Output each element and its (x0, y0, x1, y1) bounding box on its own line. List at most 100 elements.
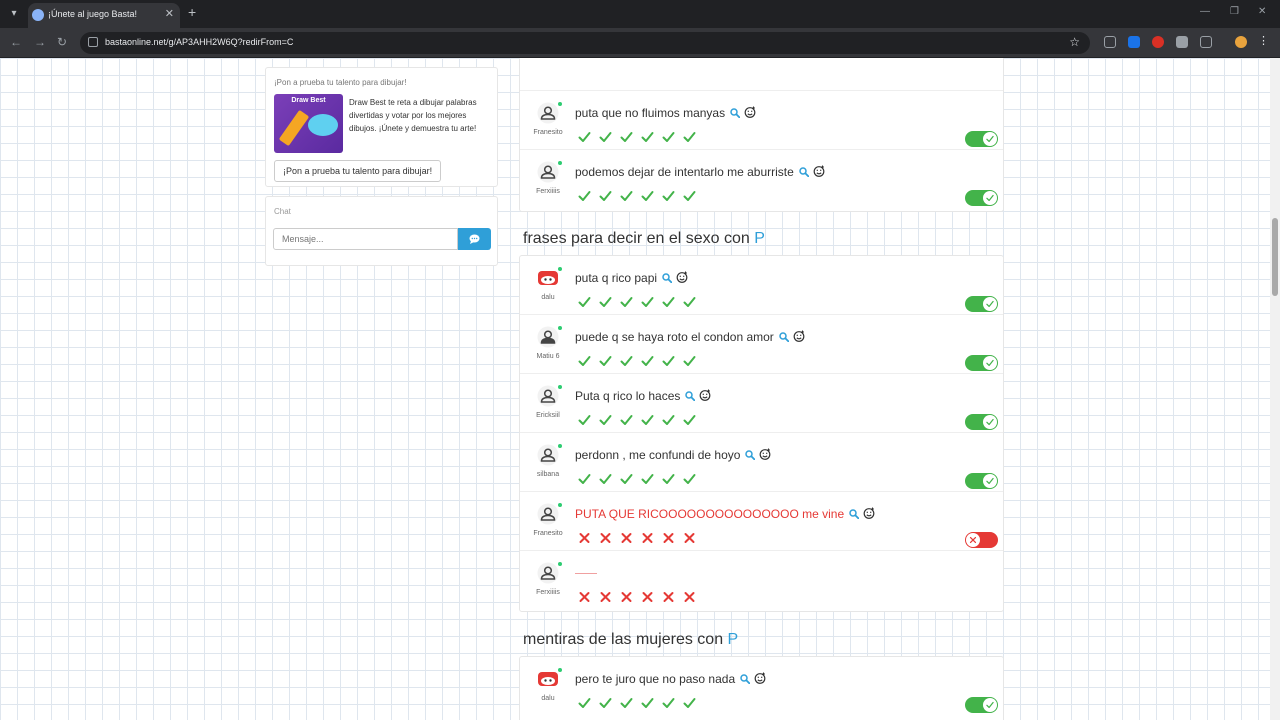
answer-text: Puta q rico lo haces (575, 389, 711, 403)
validity-toggle[interactable] (965, 414, 998, 430)
emoji-reaction-icon[interactable] (754, 672, 766, 684)
validity-toggle[interactable] (965, 532, 998, 548)
check-icon (599, 132, 612, 142)
avatar[interactable] (537, 668, 559, 690)
vote-approve (620, 472, 633, 484)
avatar[interactable] (537, 385, 559, 407)
validity-toggle[interactable] (965, 473, 998, 489)
emoji-reaction-icon[interactable] (699, 389, 711, 401)
scrollbar-thumb[interactable] (1272, 218, 1278, 296)
chat-message-input[interactable] (273, 228, 458, 250)
extensions-puzzle-icon[interactable] (1200, 36, 1212, 48)
close-tab-icon[interactable]: ✕ (165, 7, 174, 20)
vote-approve (662, 696, 675, 708)
site-info-icon[interactable] (88, 37, 98, 47)
vote-approve (641, 354, 654, 366)
search-icon[interactable] (685, 391, 696, 401)
extension-icon[interactable] (1104, 36, 1116, 48)
emoji-reaction-icon[interactable] (676, 271, 688, 283)
avatar[interactable] (537, 326, 559, 348)
check-icon (620, 297, 633, 307)
paintbrush-icon (278, 109, 310, 147)
profile-avatar[interactable] (1235, 36, 1247, 48)
emoji-reaction-icon[interactable] (813, 165, 825, 177)
toggle-knob (983, 415, 997, 429)
check-icon (986, 300, 994, 308)
emoji-reaction-icon[interactable] (759, 448, 771, 460)
browser-tab[interactable]: ¡Únete al juego Basta! ✕ (28, 3, 180, 28)
check-icon (620, 474, 633, 484)
player-name: Franesito (533, 530, 563, 537)
chat-send-button[interactable] (458, 228, 491, 250)
toggle-knob (966, 533, 980, 547)
check-icon (986, 194, 994, 202)
menu-kebab-icon[interactable]: ⋮ (1258, 34, 1269, 47)
vote-approve (620, 354, 633, 366)
maximize-icon[interactable]: ❐ (1230, 6, 1239, 17)
validity-toggle[interactable] (965, 296, 998, 312)
window-close-icon[interactable]: ✕ (1258, 6, 1266, 17)
check-icon (683, 474, 696, 484)
vote-approve (599, 354, 612, 366)
cross-icon (642, 533, 653, 543)
answer-text: puta que no fluimos manyas (575, 106, 756, 120)
back-icon[interactable]: ← (10, 35, 22, 49)
answer-row: Ferxiiiis podemos dejar de intentarlo me … (520, 150, 1003, 209)
answer-text: podemos dejar de intentarlo me aburriste (575, 165, 825, 179)
shield-extension-icon[interactable] (1176, 36, 1188, 48)
vote-approve (620, 413, 633, 425)
minimize-icon[interactable]: — (1200, 6, 1210, 17)
vote-approve (662, 189, 675, 201)
answer-text: perdonn , me confundi de hoyo (575, 448, 771, 462)
search-icon[interactable] (740, 674, 751, 684)
vote-reject (578, 531, 591, 543)
tab-search-icon[interactable]: ▾ (6, 6, 22, 22)
avatar[interactable] (537, 102, 559, 124)
page-scrollbar[interactable] (1270, 58, 1280, 720)
adblock-extension-icon[interactable] (1152, 36, 1164, 48)
online-status-dot (558, 326, 562, 330)
vote-approve (641, 189, 654, 201)
url-text[interactable]: bastaonline.net/g/AP3AHH2W6Q?redirFrom=C (105, 37, 293, 47)
search-icon[interactable] (730, 108, 741, 118)
reload-icon[interactable]: ↻ (57, 35, 67, 49)
vote-reject (620, 531, 633, 543)
check-icon (599, 474, 612, 484)
avatar[interactable] (537, 562, 559, 584)
validity-toggle[interactable] (965, 190, 998, 206)
search-icon[interactable] (849, 509, 860, 519)
avatar[interactable] (537, 267, 559, 289)
vote-approve (578, 472, 591, 484)
new-tab-icon[interactable]: + (188, 4, 196, 20)
validity-toggle[interactable] (965, 355, 998, 371)
promo-image[interactable]: Draw Best (274, 94, 343, 153)
check-icon (578, 297, 591, 307)
check-icon (662, 132, 675, 142)
bookmark-star-icon[interactable]: ☆ (1069, 35, 1080, 49)
vote-approve (599, 130, 612, 142)
avatar[interactable] (537, 444, 559, 466)
emoji-reaction-icon[interactable] (863, 507, 875, 519)
avatar[interactable] (537, 161, 559, 183)
emoji-reaction-icon[interactable] (793, 330, 805, 342)
player-name: Ferxiiiis (536, 188, 560, 195)
search-icon[interactable] (779, 332, 789, 342)
vote-approve (641, 413, 654, 425)
search-icon[interactable] (799, 167, 809, 177)
search-icon[interactable] (745, 450, 756, 460)
validity-toggle[interactable] (965, 697, 998, 713)
address-bar[interactable]: bastaonline.net/g/AP3AHH2W6Q?redirFrom=C… (80, 32, 1090, 54)
player-name: Franesito (533, 129, 563, 136)
validity-toggle[interactable] (965, 131, 998, 147)
translate-extension-icon[interactable] (1128, 36, 1140, 48)
forward-icon[interactable]: → (34, 35, 46, 49)
avatar[interactable] (537, 503, 559, 525)
player-name: Ferxiiiis (536, 589, 560, 596)
check-icon (578, 132, 591, 142)
promo-button[interactable]: ¡Pon a prueba tu talento para dibujar! (274, 160, 442, 182)
search-icon[interactable] (662, 273, 673, 283)
browser-tab-bar: ▾ ¡Únete al juego Basta! ✕ + — ❐ ✕ (0, 0, 1280, 28)
check-icon (578, 356, 591, 366)
emoji-reaction-icon[interactable] (744, 106, 756, 118)
category-letter: P (754, 230, 765, 247)
